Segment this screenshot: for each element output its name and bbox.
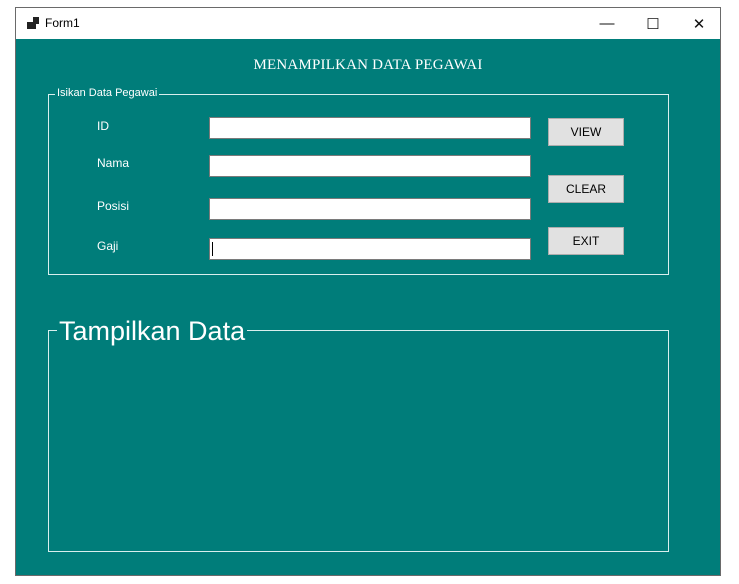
id-field[interactable] [209,117,531,139]
title-bar[interactable]: Form1 — ☐ ✕ [16,8,720,39]
minimize-icon: — [599,15,615,32]
display-group-legend: Tampilkan Data [57,315,248,347]
close-icon: ✕ [692,15,706,33]
posisi-field[interactable] [209,198,531,220]
view-button[interactable]: VIEW [548,118,624,146]
nama-label: Nama [97,156,130,170]
maximize-button[interactable]: ☐ [630,8,676,39]
clear-button[interactable]: CLEAR [548,175,624,203]
form-heading: MENAMPILKAN DATA PEGAWAI [253,57,483,73]
minimize-button[interactable]: — [584,8,630,39]
input-group-legend: Isikan Data Pegawai [55,87,160,99]
id-label: ID [97,119,109,133]
gaji-field[interactable] [209,238,531,260]
posisi-label: Posisi [97,199,130,213]
display-groupbox: Tampilkan Data [48,315,669,552]
maximize-icon: ☐ [646,15,660,33]
close-button[interactable]: ✕ [676,8,722,39]
text-caret [212,242,213,256]
form-window: Form1 — ☐ ✕ MENAMPILKAN DATA PEGAWAI Isi… [15,7,721,576]
gaji-label: Gaji [97,239,119,253]
exit-button[interactable]: EXIT [548,227,624,255]
nama-field[interactable] [209,155,531,177]
window-title: Form1 [45,16,80,30]
form-app-icon [27,17,39,29]
